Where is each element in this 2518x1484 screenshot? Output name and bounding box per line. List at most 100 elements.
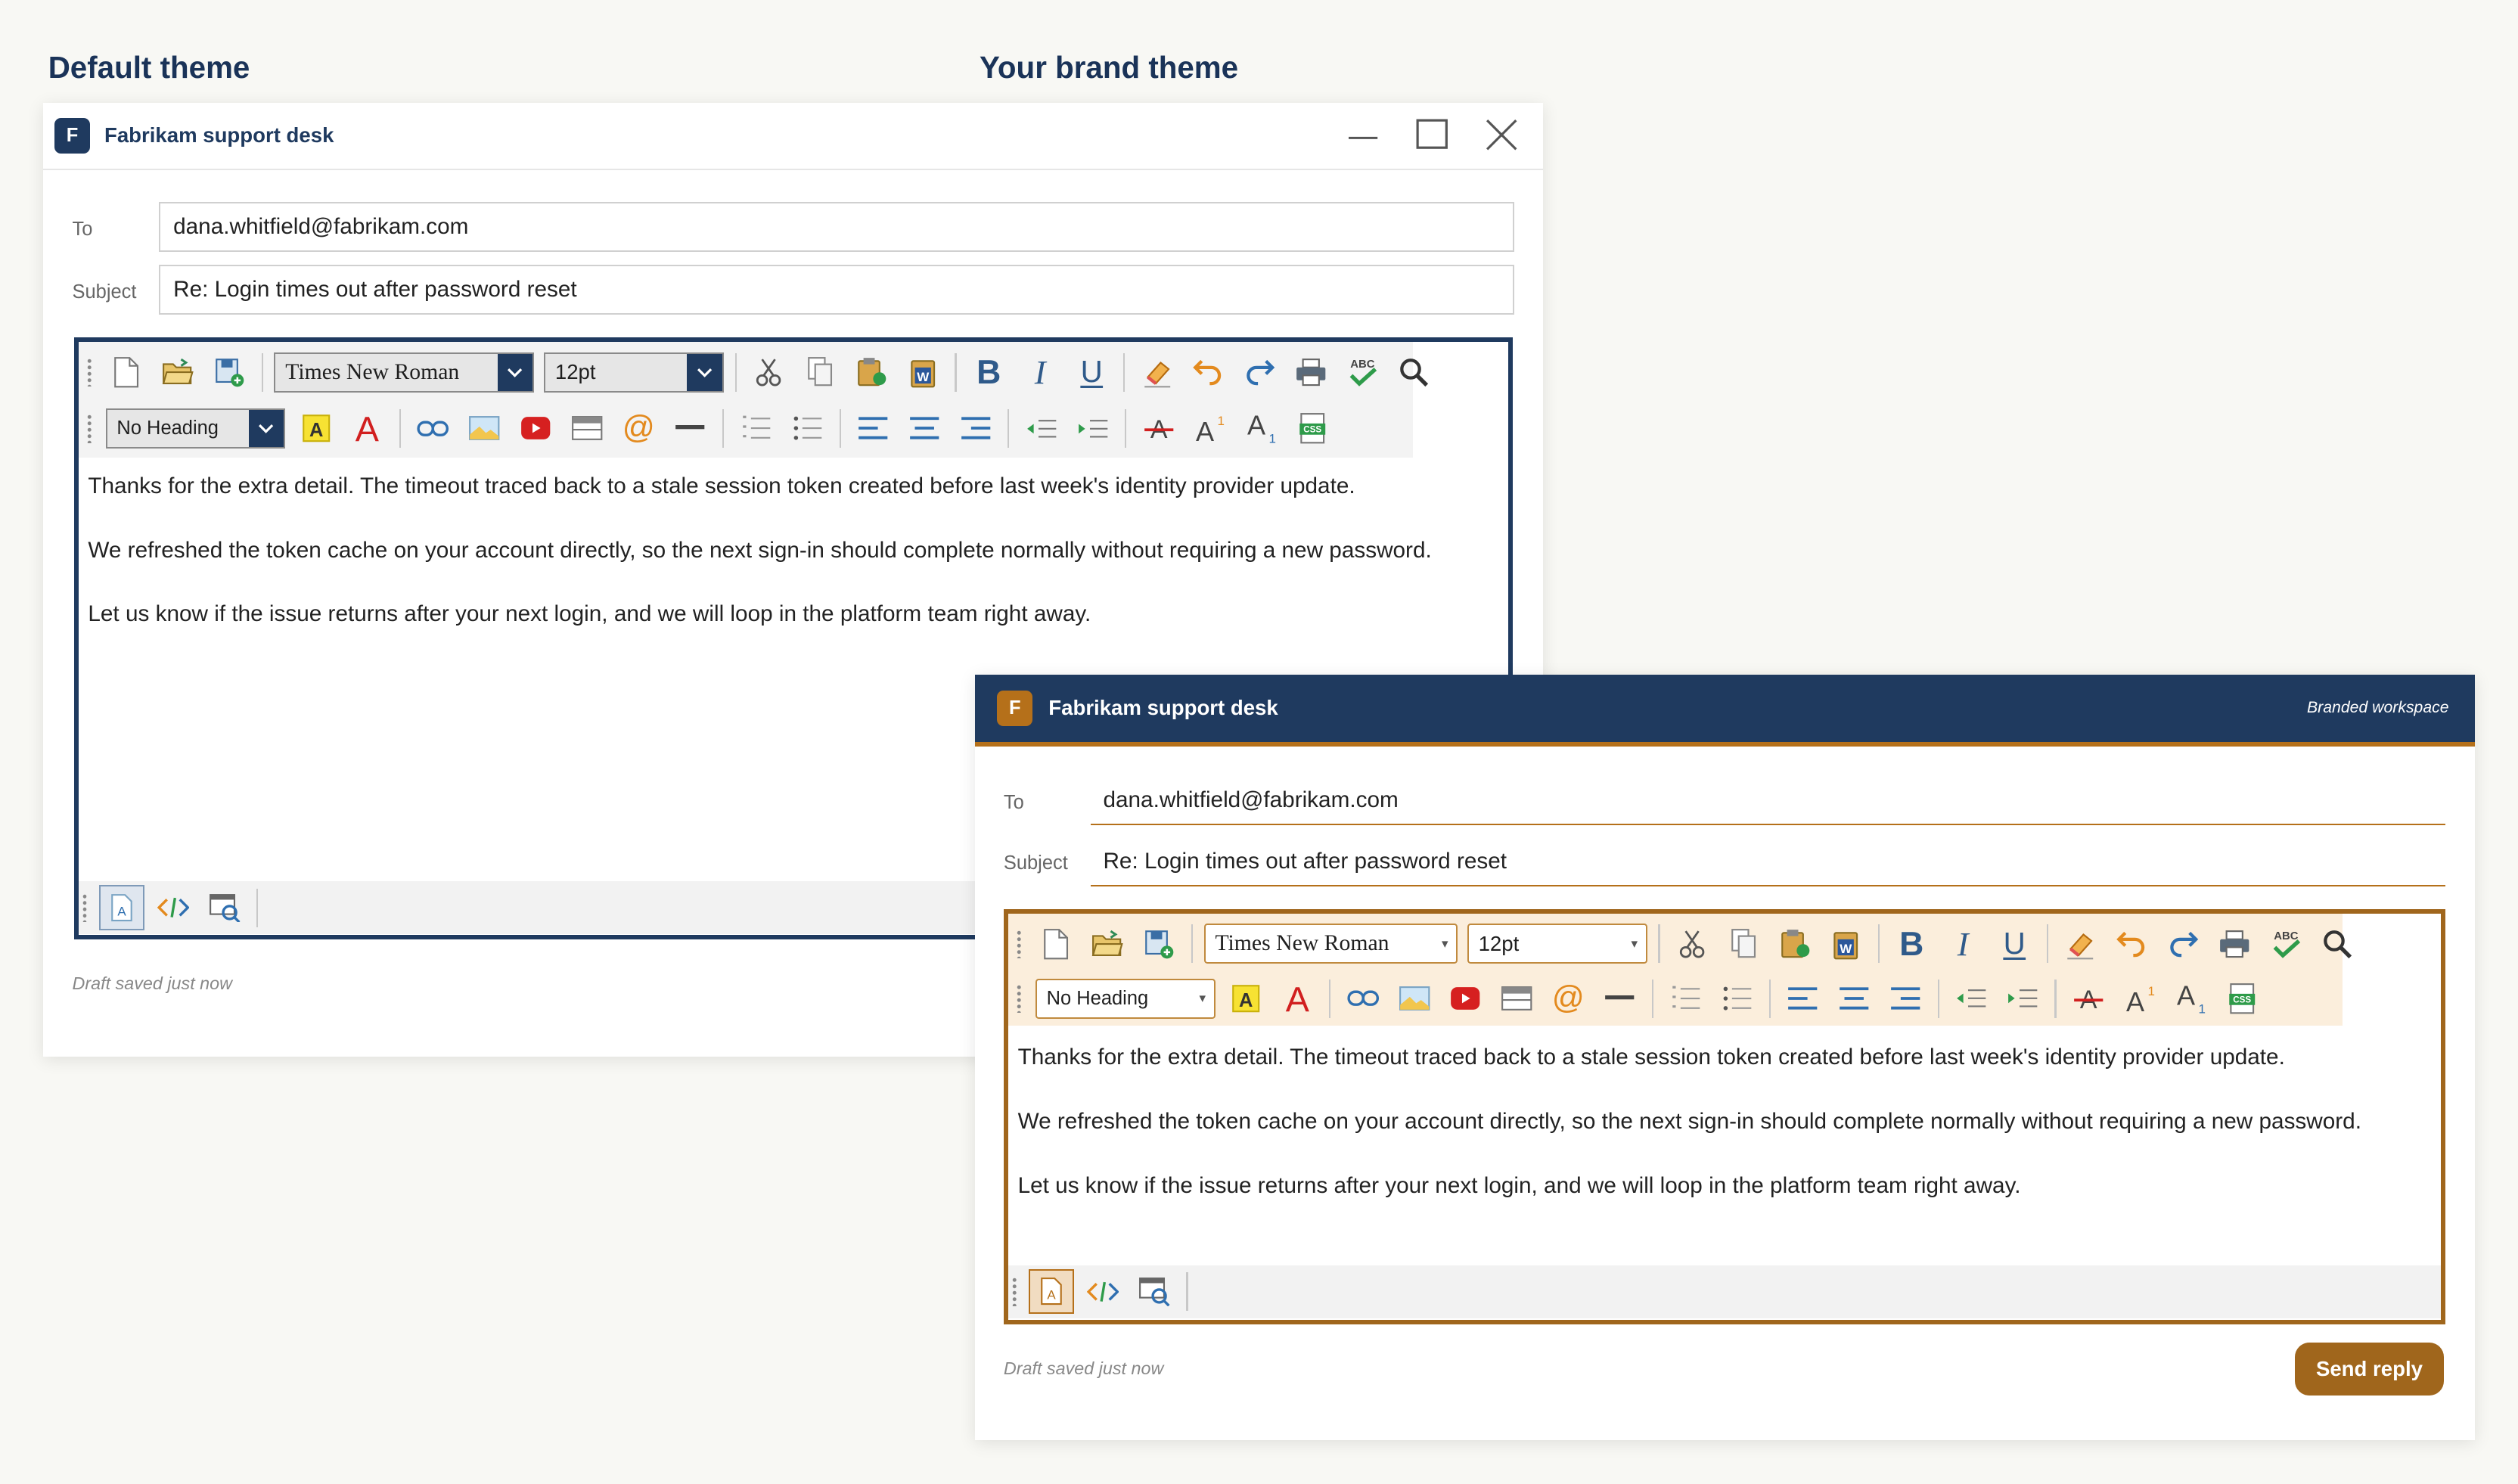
toolbar-grip[interactable]	[86, 414, 93, 443]
clear-formatting-icon[interactable]	[1135, 349, 1179, 394]
paste-icon[interactable]	[1772, 921, 1817, 966]
save-icon[interactable]	[1137, 921, 1181, 966]
save-icon[interactable]	[206, 349, 251, 394]
align-right-icon[interactable]	[953, 406, 998, 451]
design-mode-icon[interactable]: A	[99, 885, 144, 930]
new-document-icon[interactable]	[1034, 921, 1079, 966]
subscript-icon[interactable]: A1	[1239, 406, 1284, 451]
cut-icon[interactable]	[1669, 921, 1714, 966]
numbered-list-icon[interactable]	[1663, 976, 1708, 1020]
preview-mode-icon[interactable]	[202, 885, 247, 930]
italic-icon[interactable]: I	[1017, 349, 1062, 394]
email-link-icon[interactable]: @	[616, 406, 661, 451]
video-icon[interactable]	[514, 406, 558, 451]
subject-field[interactable]: Re: Login times out after password reset	[1090, 838, 2446, 886]
find-icon[interactable]	[1392, 349, 1436, 394]
image-icon[interactable]	[1392, 976, 1436, 1020]
table-icon[interactable]	[1495, 976, 1539, 1020]
video-icon[interactable]	[1443, 976, 1488, 1020]
undo-icon[interactable]	[1186, 349, 1231, 394]
font-family-select[interactable]: Times New Roman	[274, 352, 535, 393]
redo-icon[interactable]	[1237, 349, 1282, 394]
superscript-icon[interactable]: A1	[2117, 976, 2162, 1020]
numbered-list-icon[interactable]	[733, 406, 778, 451]
strikethrough-icon[interactable]: A	[2066, 976, 2110, 1020]
print-icon[interactable]	[2212, 921, 2257, 966]
bold-icon[interactable]: B	[1889, 921, 1934, 966]
heading-select[interactable]: No Heading ▾	[1035, 978, 1216, 1019]
bulleted-list-icon[interactable]	[784, 406, 829, 451]
font-size-select[interactable]: 12pt	[544, 352, 724, 393]
align-left-icon[interactable]	[1781, 976, 1825, 1020]
titlebar: F Fabrikam support desk	[43, 103, 1544, 171]
italic-icon[interactable]: I	[1941, 921, 1986, 966]
highlight-color-icon[interactable]: A	[293, 406, 338, 451]
indent-icon[interactable]	[2000, 976, 2045, 1020]
heading-select[interactable]: No Heading	[105, 408, 286, 449]
subject-field[interactable]: Re: Login times out after password reset	[159, 265, 1514, 315]
close-button[interactable]	[1474, 110, 1529, 159]
underline-icon[interactable]: U	[1992, 921, 2037, 966]
html-mode-icon[interactable]	[151, 885, 195, 930]
outdent-icon[interactable]	[1019, 406, 1063, 451]
copy-icon[interactable]	[1721, 921, 1765, 966]
clear-formatting-icon[interactable]	[2058, 921, 2103, 966]
cut-icon[interactable]	[747, 349, 791, 394]
minimize-button[interactable]	[1336, 110, 1390, 159]
toolbar-grip[interactable]	[1016, 984, 1023, 1014]
print-icon[interactable]	[1289, 349, 1334, 394]
maximize-button[interactable]	[1405, 110, 1460, 159]
horizontal-rule-icon[interactable]	[1597, 976, 1642, 1020]
find-icon[interactable]	[2315, 921, 2359, 966]
email-link-icon[interactable]: @	[1546, 976, 1591, 1020]
align-center-icon[interactable]	[1831, 976, 1876, 1020]
css-class-icon[interactable]: CSS	[1290, 406, 1335, 451]
paste-icon[interactable]	[849, 349, 893, 394]
design-mode-icon[interactable]: A	[1029, 1268, 1074, 1315]
spellcheck-icon[interactable]: ABC	[2263, 921, 2308, 966]
align-left-icon[interactable]	[850, 406, 895, 451]
indent-icon[interactable]	[1070, 406, 1115, 451]
font-family-select[interactable]: Times New Roman ▾	[1203, 924, 1458, 964]
new-document-icon[interactable]	[104, 349, 149, 394]
toolbar-grip[interactable]	[81, 893, 88, 923]
subscript-icon[interactable]: A1	[2169, 976, 2213, 1020]
font-size-select[interactable]: 12pt ▾	[1467, 924, 1647, 964]
superscript-icon[interactable]: A1	[1188, 406, 1232, 451]
align-center-icon[interactable]	[902, 406, 946, 451]
align-right-icon[interactable]	[1883, 976, 1927, 1020]
copy-icon[interactable]	[797, 349, 842, 394]
paste-from-word-icon[interactable]: W	[1824, 921, 1868, 966]
open-folder-icon[interactable]	[1085, 921, 1130, 966]
to-field[interactable]: dana.whitfield@fabrikam.com	[159, 202, 1514, 253]
to-field[interactable]: dana.whitfield@fabrikam.com	[1090, 778, 2446, 826]
underline-icon[interactable]: U	[1069, 349, 1113, 394]
redo-icon[interactable]	[2161, 921, 2206, 966]
bulleted-list-icon[interactable]	[1715, 976, 1759, 1020]
font-color-icon[interactable]: A	[345, 406, 390, 451]
html-mode-icon[interactable]	[1080, 1269, 1125, 1314]
undo-icon[interactable]	[2110, 921, 2154, 966]
toolbar-grip[interactable]	[1011, 1277, 1018, 1306]
message-body[interactable]: Thanks for the extra detail. The timeout…	[1018, 1042, 2361, 1234]
outdent-icon[interactable]	[1948, 976, 1993, 1020]
bold-icon[interactable]: B	[966, 349, 1011, 394]
message-body[interactable]: Thanks for the extra detail. The timeout…	[88, 470, 1431, 663]
css-class-icon[interactable]: CSS	[2220, 976, 2265, 1020]
svg-text:B: B	[1900, 927, 1924, 962]
table-icon[interactable]	[565, 406, 610, 451]
open-folder-icon[interactable]	[155, 349, 200, 394]
horizontal-rule-icon[interactable]	[667, 406, 712, 451]
highlight-color-icon[interactable]: A	[1223, 976, 1268, 1020]
preview-mode-icon[interactable]	[1132, 1269, 1176, 1314]
link-icon[interactable]	[1340, 976, 1385, 1020]
image-icon[interactable]	[462, 406, 507, 451]
paste-from-word-icon[interactable]: W	[900, 349, 945, 394]
spellcheck-icon[interactable]: ABC	[1340, 349, 1385, 394]
toolbar-grip[interactable]	[86, 358, 93, 387]
link-icon[interactable]	[411, 406, 455, 451]
font-color-icon[interactable]: A	[1275, 976, 1319, 1020]
strikethrough-icon[interactable]: A	[1136, 406, 1181, 451]
toolbar-grip[interactable]	[1016, 929, 1023, 959]
send-reply-button[interactable]: Send reply	[2294, 1342, 2445, 1396]
